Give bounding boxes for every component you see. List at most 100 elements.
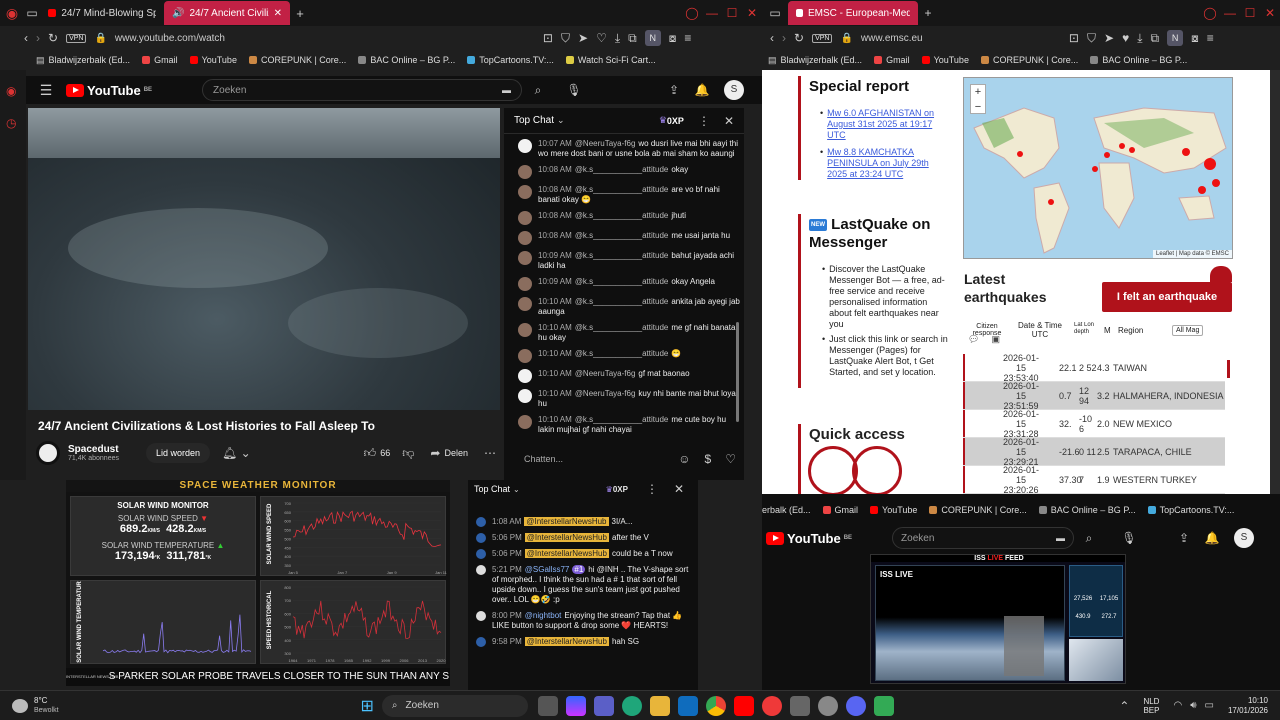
bookmark-2[interactable]: YouTube	[189, 55, 237, 65]
vpn-badge[interactable]: VPN	[66, 33, 87, 43]
minimize-icon[interactable]: —	[1220, 6, 1240, 20]
chat-message-list[interactable]: 1:08 AM @InterstellarNewsHub 3I/A... 5:06 P…	[468, 498, 698, 650]
chat-message[interactable]: 10:09 AM @k.s___________attitude bahut jay…	[504, 248, 744, 274]
back-icon[interactable]: ‹	[770, 31, 774, 45]
maximize-icon[interactable]: ☐	[1240, 6, 1260, 20]
hamburger-icon[interactable]: ☰	[26, 82, 66, 99]
chevron-down-icon[interactable]: ⌄	[513, 485, 520, 494]
chat-username[interactable]: @k.s___________attitude	[575, 297, 669, 306]
maximize-icon[interactable]: ☐	[722, 6, 742, 20]
chat-mode-dropdown[interactable]: Top Chat	[514, 115, 554, 126]
new-tab-icon[interactable]: +	[918, 6, 938, 20]
tab-emsc[interactable]: EMSC - European-Mediter	[788, 1, 918, 25]
chat-message[interactable]: 9:58 PM @InterstellarNewsHub hah SG	[468, 634, 698, 650]
keyboard-icon[interactable]: ▬	[502, 85, 511, 95]
bookmark-0[interactable]: erbalk (Ed...	[762, 505, 811, 515]
profile-icon[interactable]: N	[1167, 30, 1184, 46]
report-link-label[interactable]: Mw 6.0 AFGHANISTAN on August 31st 2025 a…	[827, 108, 950, 141]
chat-message[interactable]: 10:08 AM @k.s___________attitude jhuti	[504, 208, 744, 228]
chat-username[interactable]: @k.s___________attitude	[575, 185, 669, 194]
chat-message[interactable]: 10:07 AM @NeeruTaya-f6g wo dusri live mai …	[504, 136, 744, 162]
extensions-icon[interactable]: ⧉	[1151, 31, 1160, 46]
bookmark-1[interactable]: Gmail	[874, 55, 910, 65]
weather-widget[interactable]: 8°C Bewolkt	[34, 696, 59, 716]
mic-icon[interactable]: 🎙	[1104, 531, 1154, 545]
chat-message[interactable]: 10:09 AM @k.s___________attitude okay Ange…	[504, 274, 744, 294]
points-label[interactable]: 0XP	[613, 485, 628, 494]
keyboard-icon[interactable]: ▬	[1056, 533, 1065, 543]
video-player[interactable]	[28, 108, 500, 410]
chat-message[interactable]: 10:08 AM @k.s___________attitude me usai j…	[504, 228, 744, 248]
points-label[interactable]: 0XP	[667, 116, 684, 126]
iss-video-player[interactable]: ISS LIVE FEED ISS LIVE 27,526 17,105 430.…	[870, 554, 1126, 684]
close-icon[interactable]: ✕	[274, 8, 282, 19]
back-icon[interactable]: ‹	[24, 31, 28, 45]
chat-username[interactable]: @SGallss77	[525, 565, 570, 574]
taskbar-search[interactable]: ⌕ Zoeken	[381, 694, 528, 717]
bookmark-3[interactable]: COREPUNK | Core...	[980, 55, 1078, 65]
easy-setup-icon[interactable]: ⧇	[1191, 31, 1199, 46]
tab-actions-icon[interactable]: ▭	[762, 6, 788, 20]
search-icon[interactable]: ⌕	[522, 83, 554, 98]
youtube-app-icon[interactable]	[733, 695, 754, 716]
wifi-icon[interactable]: ◠	[1173, 700, 1182, 711]
chat-username[interactable]: @k.s___________attitude	[575, 277, 669, 286]
download-icon[interactable]: ⤓	[1137, 31, 1142, 46]
new-tab-icon[interactable]: +	[290, 6, 310, 21]
chevron-down-icon[interactable]: ⌄	[557, 115, 565, 126]
cloud-upload-icon[interactable]	[852, 446, 902, 494]
bookmark-4[interactable]: BAC Online – BG P...	[1038, 505, 1136, 515]
quakes-table-body[interactable]: 2026-01-15 23:53:40 22.1 2 52 4.3 TAIWAN 2026-…	[963, 354, 1225, 494]
chat-message[interactable]: 10:08 AM @k.s___________attitude okay	[504, 162, 744, 182]
chat-avatar[interactable]	[476, 637, 486, 647]
window-close-icon[interactable]: ✕	[1260, 6, 1280, 20]
teams-icon[interactable]	[593, 695, 614, 716]
tab-ancient[interactable]: 🔊 24/7 Ancient Civilizatio ✕	[164, 1, 290, 25]
bookmark-1[interactable]: Gmail	[142, 55, 178, 65]
chat-username[interactable]: @k.s___________attitude	[575, 211, 669, 220]
space-weather-stream[interactable]: SPACE WEATHER MONITOR SOLAR WIND MONITOR…	[66, 480, 450, 686]
bookmark-5[interactable]: TopCartoons.TV:...	[467, 55, 554, 65]
chat-avatar[interactable]	[518, 323, 532, 337]
chat-message[interactable]: 10:08 AM @k.s___________attitude are vo bf…	[504, 182, 744, 208]
language-indicator[interactable]: NLD BEP	[1143, 697, 1159, 715]
close-icon[interactable]: ✕	[724, 114, 734, 128]
snapshot-icon[interactable]: ⊡	[543, 31, 553, 45]
search-tabs-icon[interactable]: ◯	[682, 6, 702, 20]
chat-message[interactable]: 10:10 AM @k.s___________attitude me cute b…	[504, 412, 744, 438]
more-vert-icon[interactable]: ⋮	[646, 482, 658, 496]
more-icon[interactable]: ⋯	[484, 446, 496, 460]
clock-icon[interactable]: ◷	[6, 116, 16, 130]
youtube-logo[interactable]: YouTube BE	[766, 531, 852, 546]
heart-icon[interactable]: ♡	[596, 31, 607, 45]
chat-avatar[interactable]	[518, 277, 532, 291]
chat-username[interactable]: @InterstellarNewsHub	[524, 637, 609, 646]
send-icon[interactable]: ➤	[1104, 31, 1114, 45]
vpn-badge[interactable]: VPN	[812, 33, 833, 43]
chat-message[interactable]: 8:00 PM @nightbot Enjoying the stream? Tap…	[468, 608, 698, 634]
minimize-icon[interactable]: —	[702, 6, 722, 20]
shield-icon[interactable]: ⛉	[561, 31, 570, 46]
earthquake-map[interactable]: + − Leaflet | Map data © EMSC	[963, 77, 1233, 259]
profile-icon[interactable]: N	[644, 30, 661, 46]
outlook-icon[interactable]	[677, 695, 698, 716]
extensions-icon[interactable]: ⧉	[628, 31, 637, 46]
chat-avatar[interactable]	[476, 565, 486, 575]
clock[interactable]: 10:10 17/01/2026	[1228, 696, 1268, 716]
chat-username[interactable]: @InterstellarNewsHub	[524, 533, 609, 542]
bookmark-4[interactable]: BAC Online – BG P...	[358, 55, 455, 65]
copilot-icon[interactable]	[565, 695, 586, 716]
report-link-1[interactable]: • Mw 8.8 KAMCHATKA PENINSULA on July 29th…	[820, 147, 950, 180]
chat-mode-dropdown[interactable]: Top Chat	[474, 484, 510, 494]
weather-icon[interactable]	[12, 698, 28, 713]
tab-actions-icon[interactable]: ▭	[24, 6, 40, 20]
like-count[interactable]: 66	[380, 448, 390, 458]
emoji-icon[interactable]: ☺	[678, 452, 690, 466]
bookmark-3[interactable]: COREPUNK | Core...	[929, 505, 1027, 515]
chat-username[interactable]: @InterstellarNewsHub	[524, 517, 609, 526]
chat-input[interactable]: Chatten...	[524, 454, 678, 464]
bell-icon[interactable]: 🔔	[1198, 531, 1226, 545]
avatar[interactable]: S	[1234, 528, 1254, 548]
window-close-icon[interactable]: ✕	[742, 6, 762, 20]
tab-space[interactable]: 24/7 Mind-Blowing Space	[40, 1, 164, 25]
